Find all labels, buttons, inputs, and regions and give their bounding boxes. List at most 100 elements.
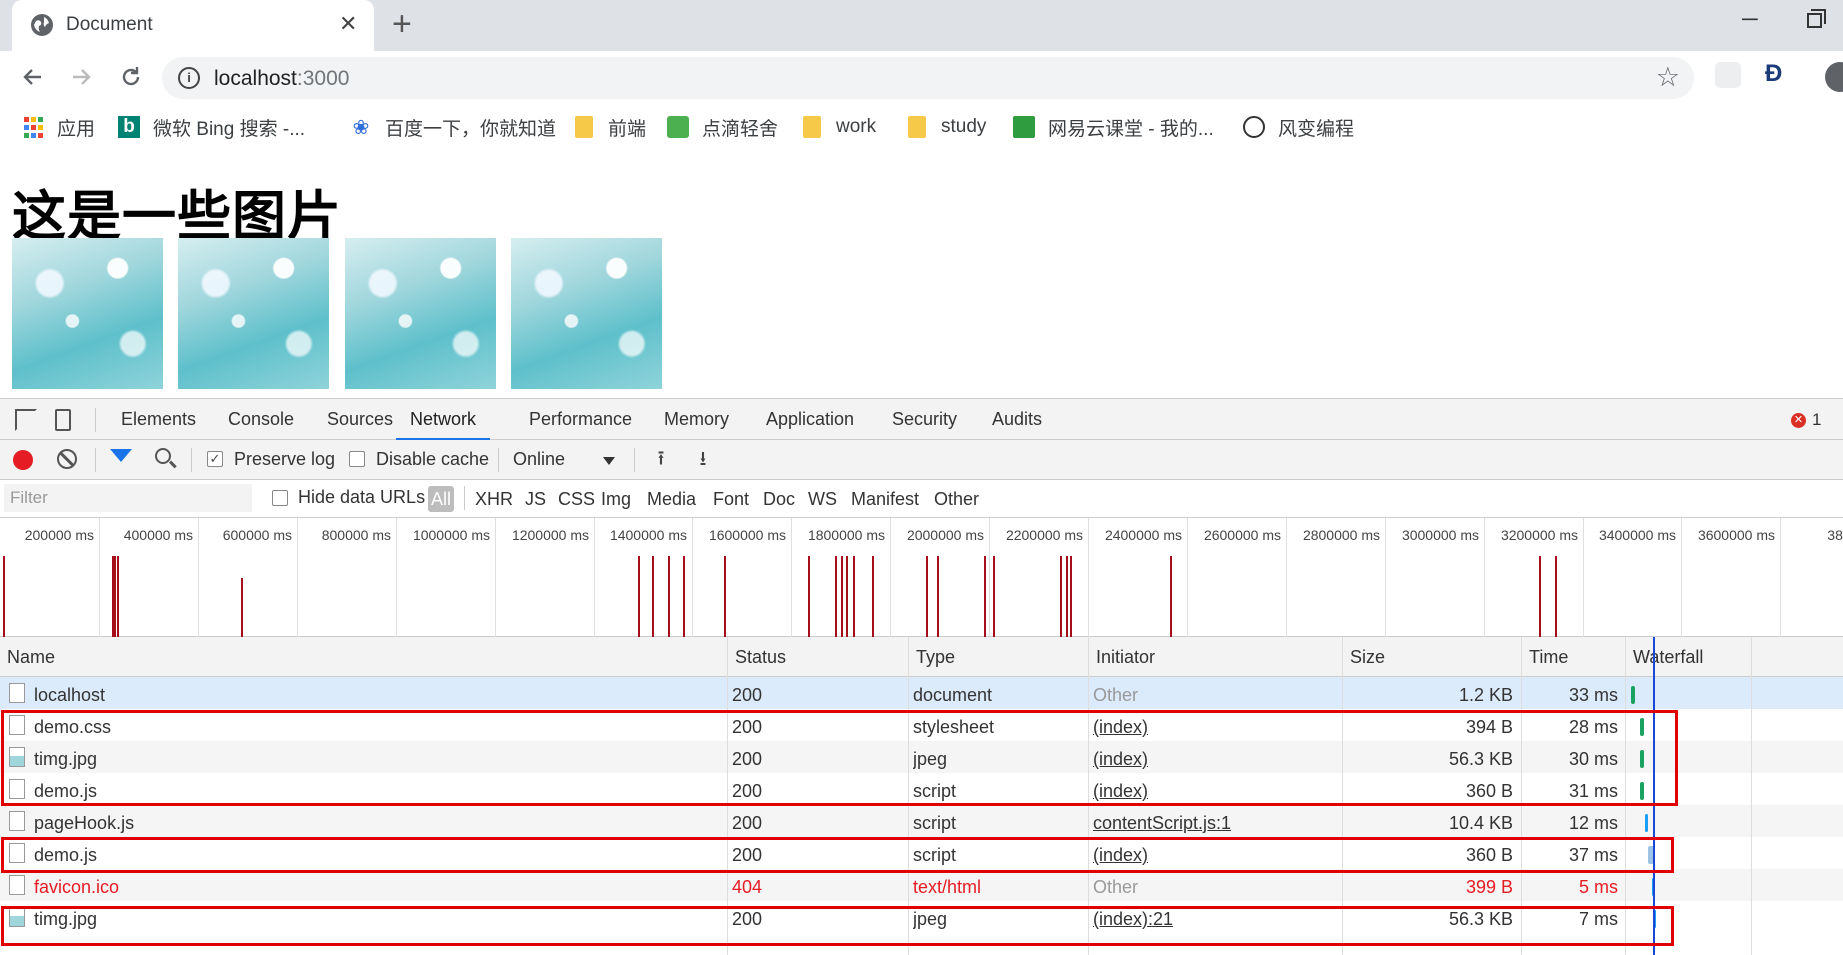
export-har-icon[interactable]: ⭳ bbox=[693, 449, 713, 471]
overview-activity-bar bbox=[984, 556, 986, 637]
tab-security[interactable]: Security bbox=[892, 399, 957, 440]
filter-type-media[interactable]: Media bbox=[644, 486, 699, 512]
column-status[interactable]: Status bbox=[727, 637, 908, 677]
column-name[interactable]: Name bbox=[0, 637, 727, 677]
overview-gridline bbox=[1088, 518, 1089, 637]
divider bbox=[634, 448, 635, 472]
tab-sources[interactable]: Sources bbox=[327, 399, 393, 440]
cell-name[interactable]: pageHook.js bbox=[34, 805, 714, 837]
overview-gridline bbox=[1385, 518, 1386, 637]
document-file-icon bbox=[9, 875, 25, 895]
filter-type-xhr[interactable]: XHR bbox=[472, 486, 516, 512]
filter-type-font[interactable]: Font bbox=[710, 486, 752, 512]
overview-activity-bar bbox=[1060, 556, 1062, 637]
hide-data-urls-checkbox[interactable] bbox=[272, 490, 288, 506]
column-waterfall[interactable]: Waterfall bbox=[1625, 637, 1843, 677]
overview-tick-label: 3000000 ms bbox=[1401, 527, 1479, 543]
overview-tick-label: 3400000 ms bbox=[1598, 527, 1676, 543]
filter-type-img[interactable]: Img bbox=[598, 486, 634, 512]
tab-elements[interactable]: Elements bbox=[121, 399, 196, 440]
back-button[interactable] bbox=[16, 60, 50, 94]
bookmark-folder-study[interactable]: study bbox=[906, 114, 986, 140]
new-tab-button[interactable]: + bbox=[392, 6, 412, 42]
network-overview[interactable]: 200000 ms 400000 ms 600000 ms 800000 ms 1000… bbox=[0, 518, 1843, 637]
filter-bar: Hide data URLs All XHR JS CSS Img Media … bbox=[0, 480, 1843, 518]
tab-audits[interactable]: Audits bbox=[992, 399, 1042, 440]
disable-cache-checkbox[interactable] bbox=[349, 451, 365, 467]
profile-avatar[interactable] bbox=[1825, 62, 1843, 92]
overview-gridline bbox=[1286, 518, 1287, 637]
extension-d-icon[interactable]: Ɖ bbox=[1765, 60, 1782, 88]
forward-button[interactable] bbox=[64, 60, 98, 94]
device-toolbar-icon[interactable] bbox=[55, 409, 71, 431]
bookmark-netease-study[interactable]: 网易云课堂 - 我的... bbox=[1013, 114, 1214, 140]
table-row[interactable]: pageHook.js 200 script contentScript.js:1 10… bbox=[0, 805, 1843, 837]
request-table-header: Name Status Type Initiator Size Time Wat… bbox=[0, 637, 1843, 677]
filter-type-css[interactable]: CSS bbox=[555, 486, 598, 512]
url-text[interactable]: localhost:3000 bbox=[214, 67, 349, 91]
filter-type-other[interactable]: Other bbox=[931, 486, 982, 512]
divider bbox=[464, 486, 465, 510]
filter-type-all[interactable]: All bbox=[428, 486, 455, 512]
import-har-icon[interactable]: ⭱ bbox=[651, 449, 671, 471]
search-icon[interactable] bbox=[155, 448, 171, 464]
apps-grid-icon bbox=[22, 116, 44, 138]
close-tab-icon[interactable]: ✕ bbox=[339, 11, 357, 37]
divider bbox=[191, 448, 192, 472]
waterfall-bar[interactable] bbox=[1631, 686, 1635, 704]
cell-size: 1.2 KB bbox=[1458, 685, 1513, 705]
cell-name[interactable]: favicon.ico bbox=[34, 869, 714, 901]
arrow-right-icon bbox=[73, 69, 91, 85]
baidu-paw-icon: ❀ bbox=[352, 116, 370, 139]
bookmark-fengbian[interactable]: 风变编程 bbox=[1243, 114, 1354, 140]
browser-tab[interactable]: Document ✕ bbox=[12, 0, 374, 51]
tab-console[interactable]: Console bbox=[228, 399, 294, 440]
bookmark-baidu[interactable]: ❀ 百度一下，你就知道 bbox=[350, 114, 556, 140]
cell-initiator: Other bbox=[1093, 685, 1139, 705]
waterfall-bar[interactable] bbox=[1645, 814, 1648, 832]
document-file-icon bbox=[9, 811, 25, 831]
overview-tick-label: 600000 ms bbox=[222, 527, 292, 543]
preserve-log-checkbox[interactable]: ✓ bbox=[207, 451, 223, 467]
reload-icon bbox=[122, 67, 140, 86]
tab-network[interactable]: Network bbox=[396, 399, 491, 440]
overview-tick-label: 800000 ms bbox=[321, 527, 391, 543]
info-icon[interactable]: i bbox=[178, 67, 200, 89]
tab-application[interactable]: Application bbox=[766, 399, 854, 440]
chevron-down-icon[interactable] bbox=[603, 457, 615, 465]
filter-input[interactable] bbox=[4, 484, 252, 512]
filter-type-doc[interactable]: Doc bbox=[760, 486, 798, 512]
bookmark-star-icon[interactable]: ☆ bbox=[1656, 62, 1680, 93]
restore-window-button[interactable] bbox=[1807, 9, 1826, 28]
bookmark-folder-work[interactable]: work bbox=[801, 114, 876, 140]
cell-name[interactable]: localhost bbox=[34, 677, 714, 709]
extension-icon[interactable] bbox=[1715, 62, 1741, 88]
tab-memory[interactable]: Memory bbox=[664, 399, 729, 440]
cell-initiator[interactable]: contentScript.js:1 bbox=[1093, 805, 1338, 837]
filter-type-ws[interactable]: WS bbox=[805, 486, 840, 512]
column-time[interactable]: Time bbox=[1521, 637, 1625, 677]
filter-icon[interactable] bbox=[110, 449, 132, 462]
address-bar[interactable]: i localhost:3000 ☆ bbox=[162, 57, 1694, 99]
column-initiator[interactable]: Initiator bbox=[1088, 637, 1342, 677]
column-type[interactable]: Type bbox=[908, 637, 1088, 677]
throttling-select[interactable]: Online bbox=[513, 449, 565, 470]
minimize-window-button[interactable]: ─ bbox=[1742, 6, 1758, 32]
table-row[interactable]: favicon.ico 404 text/html Other 399 B 5 ms bbox=[0, 869, 1843, 901]
filter-type-manifest[interactable]: Manifest bbox=[848, 486, 922, 512]
column-size[interactable]: Size bbox=[1342, 637, 1521, 677]
bookmark-folder-frontend[interactable]: 前端 bbox=[573, 114, 646, 140]
bookmark-diandi[interactable]: 点滴轻舍 bbox=[667, 114, 778, 140]
filter-type-js[interactable]: JS bbox=[522, 486, 549, 512]
bookmark-apps[interactable]: 应用 bbox=[22, 114, 95, 140]
hide-data-urls-label: Hide data URLs bbox=[298, 487, 426, 507]
error-counter[interactable]: ✕ 1 bbox=[1791, 410, 1821, 430]
clear-icon[interactable] bbox=[57, 449, 77, 469]
reload-button[interactable] bbox=[114, 60, 148, 94]
bookmarks-bar: 应用 b 微软 Bing 搜索 -... ❀ 百度一下，你就知道 前端 点滴轻舍… bbox=[0, 106, 1843, 148]
tab-performance[interactable]: Performance bbox=[529, 399, 632, 440]
table-row[interactable]: localhost 200 document Other 1.2 KB 33 ms bbox=[0, 677, 1843, 709]
bookmark-bing[interactable]: b 微软 Bing 搜索 -... bbox=[118, 114, 305, 140]
inspect-element-icon[interactable] bbox=[15, 409, 37, 431]
record-button[interactable] bbox=[13, 450, 33, 470]
